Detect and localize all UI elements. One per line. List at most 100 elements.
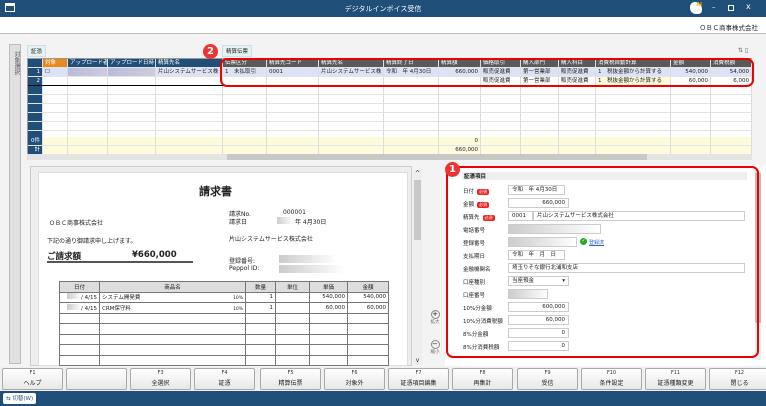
column-header[interactable] (28, 59, 43, 68)
grid-cell (671, 86, 711, 95)
grid-cell (223, 113, 267, 122)
frozen-row-divider (28, 85, 223, 86)
fkey-button-f8[interactable]: F8 再集計 (452, 368, 513, 390)
zoom-in-button[interactable]: + 拡大 (429, 310, 441, 325)
fkey-label: 受信 (541, 380, 554, 387)
grid-cell (384, 113, 439, 122)
grid-cell (521, 86, 559, 95)
close-button[interactable]: x (746, 2, 751, 11)
preview-scrollbar[interactable]: ^ v (413, 170, 422, 364)
redacted-registration (279, 255, 337, 263)
fkey-button-f1[interactable]: F1 ヘルプ (2, 368, 63, 390)
fkey-label: 証憑項目編集 (400, 380, 437, 387)
footer-cell (223, 137, 267, 146)
col-unit: 単位 (275, 281, 310, 293)
col-date: 日付 (59, 281, 100, 293)
fkey-button-f5[interactable]: F5 精算伝票 (260, 368, 321, 390)
fkey-button-f6[interactable]: F6 対象外 (324, 368, 385, 390)
invoice-recipient: ＯＢＣ商事株式会社 (49, 220, 104, 227)
status-bar: ⇆ 切替(W) (0, 391, 766, 406)
highlight-box-2 (220, 58, 754, 87)
fkey-button-f2[interactable] (66, 368, 127, 390)
switch-button[interactable]: ⇆ 切替(W) (3, 393, 37, 404)
column-header[interactable]: 精算先名 (156, 59, 223, 68)
fkey-button-f10[interactable]: F10 条件設定 (581, 368, 642, 390)
switch-label: 切替(W) (12, 396, 34, 402)
footer-cell (108, 137, 156, 146)
column-header[interactable]: アップロード者名 (68, 59, 108, 68)
grid-cell (439, 86, 481, 95)
maximize-button[interactable] (728, 5, 734, 11)
grid-cell (68, 95, 108, 104)
fkey-label: 証憑種類変更 (657, 380, 694, 387)
footer-cell (559, 137, 596, 146)
grid-cell (671, 95, 711, 104)
grid-cell (223, 95, 267, 104)
grid-cell: 片山システムサービス株 (156, 68, 223, 77)
ai-assistant-icon[interactable]: AI (690, 2, 702, 14)
fkey-label: 閉じる (730, 380, 749, 387)
grid-cell (156, 122, 223, 131)
footer-cell: 0 (439, 137, 481, 146)
target-selection-tab[interactable]: 対象選択 (9, 44, 21, 364)
grid-cell[interactable] (43, 86, 68, 95)
footer-cell (521, 137, 559, 146)
footer-cell (384, 137, 439, 146)
callout-badge-1: 1 (445, 162, 460, 177)
sort-icon[interactable]: ⇅ ▯ (738, 47, 748, 54)
grid-cell (481, 113, 521, 122)
grid-cell (559, 113, 596, 122)
invoice-lines-table: 日付 商品名 数量 単位 単価 金額 / 4/15 システム開発費 10% 1 540,… (59, 281, 389, 366)
grid-horizontal-scrollbar[interactable] (27, 154, 752, 160)
fkey-button-f3[interactable]: F3 全選択 (130, 368, 191, 390)
grid-cell (108, 122, 156, 131)
grid-cell (319, 95, 384, 104)
grid-cell (559, 95, 596, 104)
footer-cell (68, 137, 108, 146)
invoice-date: 年 4月30日 (295, 219, 327, 226)
footer-cell (156, 137, 223, 146)
settlement-section-label: 精算伝票 (222, 45, 253, 57)
fkey-button-f9[interactable]: F9 受信 (517, 368, 578, 390)
fkey-label: 精算伝票 (278, 380, 303, 387)
grid-cell (711, 95, 752, 104)
grid-cell (711, 122, 752, 131)
grid-cell (596, 122, 671, 131)
row-number: 1 (28, 68, 43, 77)
grid-cell[interactable]: ☐ (43, 68, 68, 77)
row-number (28, 95, 43, 104)
grid-cell (267, 95, 319, 104)
fkey-button-f11[interactable]: F11 証憑種類変更 (645, 368, 706, 390)
grid-cell[interactable] (43, 113, 68, 122)
grid-cell (711, 86, 752, 95)
col-price: 単価 (309, 281, 348, 293)
grid-cell (439, 113, 481, 122)
fkey-button-f12[interactable]: F12 閉じる (709, 368, 766, 390)
fkey-button-f4[interactable]: F4 証憑 (194, 368, 255, 390)
fkey-label: 条件設定 (599, 380, 624, 387)
footer-cell (43, 137, 68, 146)
row-number (28, 113, 43, 122)
grid-cell[interactable] (43, 95, 68, 104)
grid-cell (108, 104, 156, 113)
zoom-out-label: 縮小 (430, 350, 440, 355)
column-header[interactable]: アップロード日時 (108, 59, 156, 68)
grid-cell (108, 113, 156, 122)
invoice-line (59, 333, 389, 345)
fkey-button-f7[interactable]: F7 証憑項目編集 (388, 368, 449, 390)
grid-cell (319, 122, 384, 131)
grid-cell[interactable] (43, 104, 68, 113)
column-header[interactable]: 対象 (43, 59, 68, 68)
zoom-out-button[interactable]: − 縮小 (429, 340, 441, 355)
grid-cell (384, 95, 439, 104)
minimize-button[interactable]: – (712, 3, 716, 11)
grid-cell (481, 86, 521, 95)
invoice-line: / 4/15 システム開発費 10% 1 540,000 540,000 (59, 291, 389, 303)
grid-cell[interactable] (43, 122, 68, 131)
plus-icon: + (430, 310, 440, 319)
grid-cell (223, 122, 267, 131)
grid-cell (521, 95, 559, 104)
zoom-in-label: 拡大 (430, 320, 440, 325)
peppol-label: Peppol ID: (229, 265, 260, 272)
voucher-section-label: 証憑 (27, 45, 47, 57)
